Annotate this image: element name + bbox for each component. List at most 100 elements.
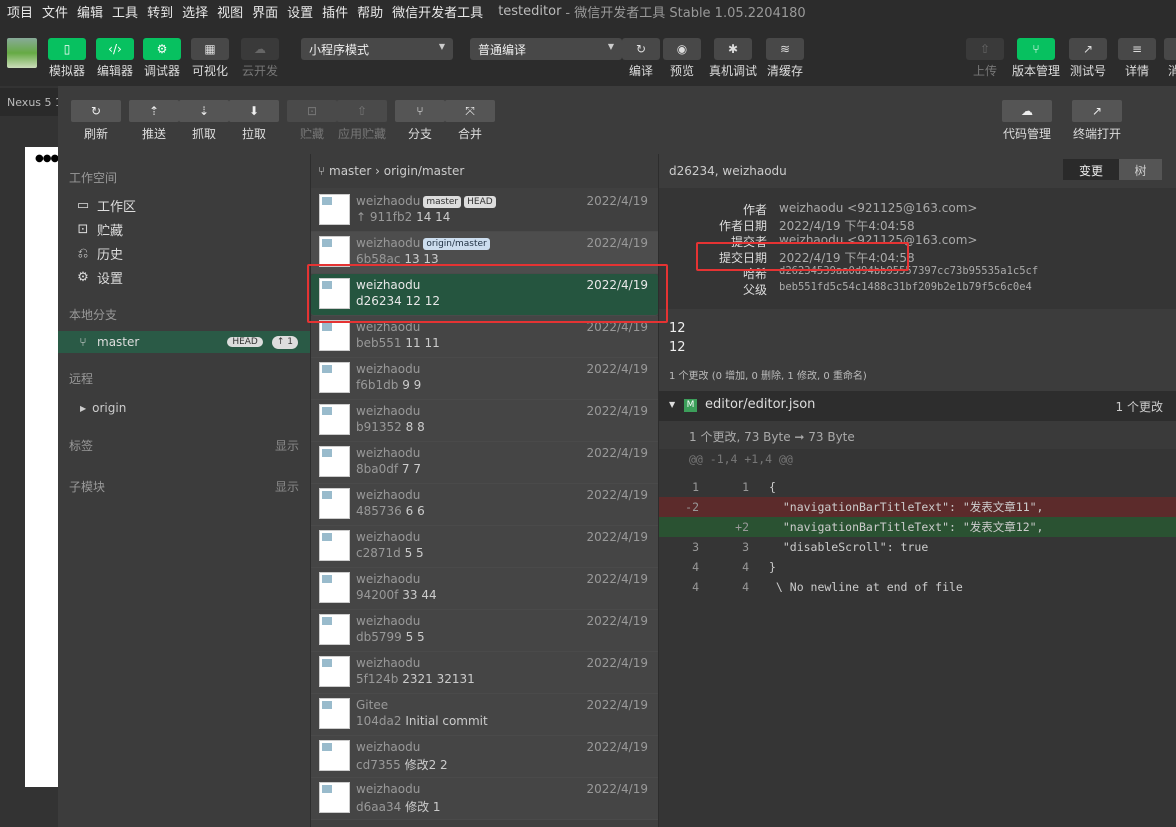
remote-origin[interactable]: ▶ origin: [80, 401, 126, 415]
commit-author: weizhaodu: [356, 488, 421, 502]
menu-item[interactable]: 帮助: [357, 2, 383, 21]
commit-row[interactable]: weizhaodu c2871d 5 5 2022/4/19: [311, 526, 658, 568]
menu-item[interactable]: 项目: [7, 2, 33, 21]
commit-summary: c2871d 5 5: [356, 546, 424, 560]
apply-stash-button[interactable]: ⇧ 应用贮藏: [337, 100, 387, 142]
pull-label: 拉取: [241, 127, 266, 141]
meta-value[interactable]: weizhaodu <921125@163.com>: [779, 201, 977, 215]
commit-row[interactable]: weizhaodu f6b1db 9 9 2022/4/19: [311, 358, 658, 400]
external-link-icon: ↗: [1072, 100, 1122, 122]
compile-label: 编译: [628, 64, 653, 78]
real-debug-button[interactable]: ✱ 真机调试: [709, 38, 757, 79]
device-select[interactable]: Nexus 5 10: [0, 88, 58, 116]
commit-row[interactable]: weizhaodu b91352 8 8 2022/4/19: [311, 400, 658, 442]
code-text: "disableScroll": true: [769, 540, 929, 554]
avatar: [319, 488, 350, 519]
sidebar-item-2[interactable]: ⎌ 历史: [75, 244, 123, 263]
file-row[interactable]: ▼ M editor/editor.json 1 个更改: [659, 391, 1176, 421]
old-line-number: -2: [685, 500, 699, 514]
head-badge: HEAD: [222, 336, 268, 349]
commit-message: Initial commit: [405, 714, 488, 728]
sidebar-item-3[interactable]: ⚙ 设置: [75, 268, 123, 287]
tab-tree[interactable]: 树: [1119, 159, 1162, 180]
debugger-button[interactable]: ⚙ 调试器: [143, 38, 181, 79]
commit-row[interactable]: weizhaodu 8ba0df 7 7 2022/4/19: [311, 442, 658, 484]
stash-button[interactable]: ⊡ 贮藏: [287, 100, 337, 142]
test-account-button[interactable]: ↗ 测试号: [1069, 38, 1107, 79]
preview-button[interactable]: ◉ 预览: [663, 38, 701, 79]
modified-badge: M: [684, 399, 697, 412]
menu-item[interactable]: 工具: [112, 2, 138, 21]
commit-row[interactable]: weizhaodu db5799 5 5 2022/4/19: [311, 610, 658, 652]
new-line-number: +2: [735, 520, 749, 534]
commit-row[interactable]: weizhaodu 94200f 33 44 2022/4/19: [311, 568, 658, 610]
overflow-button[interactable]: 消: [1164, 38, 1176, 79]
menu-item[interactable]: 设置: [287, 2, 313, 21]
menu-item[interactable]: 插件: [322, 2, 348, 21]
pull-icon: ⬇: [229, 100, 279, 122]
project-thumbnail[interactable]: [7, 38, 37, 68]
commit-date: 2022/4/19: [586, 362, 648, 376]
version-button[interactable]: ⑂ 版本管理: [1012, 38, 1060, 79]
commit-date: 2022/4/19: [586, 488, 648, 502]
commit-date: 2022/4/19: [586, 572, 648, 586]
terminal-open-button[interactable]: ↗ 终端打开: [1072, 100, 1122, 142]
clear-cache-button[interactable]: ≋ 清缓存: [766, 38, 804, 79]
pull-button[interactable]: ⬇ 拉取: [229, 100, 279, 142]
menu-item[interactable]: 视图: [217, 2, 243, 21]
menu-item[interactable]: 界面: [252, 2, 278, 21]
commit-row[interactable]: weizhaodu 485736 6 6 2022/4/19: [311, 484, 658, 526]
commit-row[interactable]: weizhaodu d6aa34 修改 1 2022/4/19: [311, 778, 658, 820]
cloud-label: 云开发: [241, 64, 278, 78]
details-button[interactable]: ≡ 详情: [1118, 38, 1156, 79]
commit-row[interactable]: weizhaodu cd7355 修改2 2 2022/4/19: [311, 736, 658, 778]
new-line-number: 1: [742, 480, 749, 494]
menu-item[interactable]: 文件: [42, 2, 68, 21]
sidebar-item-0[interactable]: ▭ 工作区: [75, 196, 136, 215]
commit-message: 修改2 2: [404, 758, 448, 772]
push-button[interactable]: ⇡ 推送: [129, 100, 179, 142]
merge-button[interactable]: ⤧ 合并: [445, 100, 495, 142]
tab-changes[interactable]: 变更: [1063, 159, 1119, 180]
submodule-show-toggle[interactable]: 显示: [275, 478, 299, 495]
editor-button[interactable]: ‹/› 编辑器: [96, 38, 134, 79]
menu-item[interactable]: 转到: [147, 2, 173, 21]
compile-select[interactable]: 普通编译 ▼: [470, 38, 622, 60]
compile-button[interactable]: ↻ 编译: [622, 38, 660, 79]
refresh-button[interactable]: ↻ 刷新: [71, 100, 121, 142]
meta-row: 父级 beb551fd5c54c1488c31bf209b2e1b79f5c6c0…: [659, 281, 1176, 297]
remote-name: origin: [92, 401, 127, 415]
avatar: [319, 194, 350, 225]
tags-show-toggle[interactable]: 显示: [275, 437, 299, 454]
commit-row[interactable]: weizhaodu 5f124b 2321 32131 2022/4/19: [311, 652, 658, 694]
menu-item[interactable]: 编辑: [77, 2, 103, 21]
branch-item-master[interactable]: ⑂ master HEAD ↑ 1: [58, 331, 310, 353]
avatar: [319, 446, 350, 477]
meta-value[interactable]: 2022/4/19 下午4:04:58: [779, 217, 915, 234]
code-manage-label: 代码管理: [1002, 127, 1051, 141]
sidebar-item-1[interactable]: ⊡ 贮藏: [75, 220, 123, 239]
code-icon: ‹/›: [96, 38, 134, 60]
commit-hash: cd7355: [356, 758, 401, 772]
commit-date: 2022/4/19: [586, 194, 648, 208]
visual-button[interactable]: ▦ 可视化: [191, 38, 229, 79]
menu-item[interactable]: 选择: [182, 2, 208, 21]
meta-key: 父级: [742, 283, 767, 297]
mode-select[interactable]: 小程序模式 ▼: [301, 38, 453, 60]
meta-value[interactable]: beb551fd5c54c1488c31bf209b2e1b79f5c6c0e4: [779, 281, 1032, 293]
mode-select-value: 小程序模式: [309, 43, 370, 57]
simulator-screen[interactable]: ●●●: [25, 147, 59, 787]
commit-row[interactable]: weizhaodu master HEAD ↑ 911fb2 14 14 2022/4/…: [311, 190, 658, 232]
diff-view[interactable]: @@ -1,4 +1,4 @@ 1 1 {-2 "navigationBarTitle…: [659, 449, 1176, 649]
code-manage-button[interactable]: ☁ 代码管理: [1002, 100, 1052, 142]
simulator-button[interactable]: ▯ 模拟器: [48, 38, 86, 79]
commit-row[interactable]: Gitee 104da2 Initial commit 2022/4/19: [311, 694, 658, 736]
menu-item[interactable]: 微信开发者工具: [392, 2, 483, 21]
cloud-button[interactable]: ☁ 云开发: [241, 38, 279, 79]
new-line-number: 4: [742, 580, 749, 594]
fetch-button[interactable]: ⇣ 抓取: [179, 100, 229, 142]
message-line: 12: [669, 321, 686, 336]
branch-button[interactable]: ⑂ 分支: [395, 100, 445, 142]
upload-button[interactable]: ⇧ 上传: [966, 38, 1004, 79]
push-label: 推送: [141, 127, 166, 141]
